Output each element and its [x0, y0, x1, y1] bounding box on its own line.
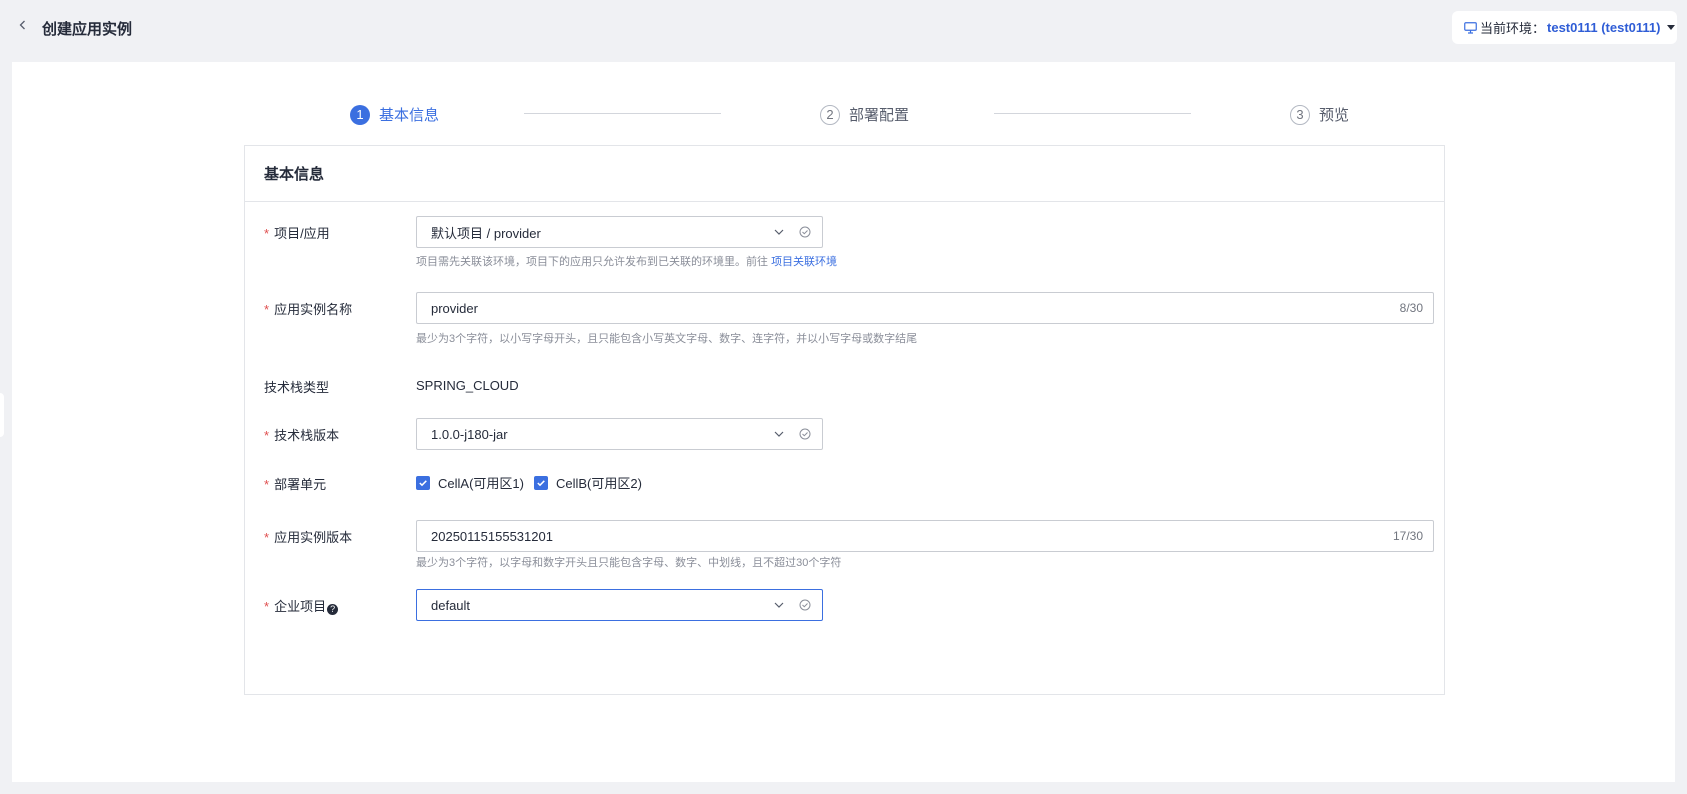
field-hint: 最少为3个字符，以小写字母开头，且只能包含小写英文字母、数字、连字符，并以小写字…: [416, 333, 918, 345]
field-hint: 最少为3个字符，以字母和数字开头且只能包含字母、数字、中划线，且不超过30个字符: [416, 557, 842, 569]
label-text: 企业项目: [274, 599, 327, 614]
stack-type-value: SPRING_CLOUD: [416, 378, 519, 393]
required-mark: *: [264, 428, 270, 443]
page-title: 创建应用实例: [42, 21, 133, 38]
required-mark: *: [264, 226, 270, 241]
required-mark: *: [264, 477, 270, 492]
select-value: default: [431, 597, 471, 613]
check-circle-icon: [799, 226, 811, 238]
main-card: 1 基本信息 2 部署配置 3 预览 基本信息 * 项目/应用 默认项目 / pr…: [12, 62, 1675, 782]
step-number: 3: [1290, 104, 1310, 125]
hint-text: 项目需先关联该环境，项目下的应用只允许发布到已关联的环境里。前往: [416, 256, 768, 268]
step-deploy-config[interactable]: 2 部署配置: [820, 104, 909, 125]
stack-version-select[interactable]: 1.0.0-j180-jar: [416, 418, 823, 450]
checkbox-cell-b[interactable]: CellB(可用区2): [533, 473, 642, 492]
step-label: 基本信息: [379, 107, 440, 124]
checkbox-checked-icon: [416, 475, 430, 490]
input-value: 20250115155531201: [431, 528, 553, 544]
environment-value: test0111 (test0111): [1547, 20, 1661, 35]
field-label: * 应用实例名称: [264, 299, 352, 318]
checkbox-checked-icon: [533, 475, 548, 490]
project-app-select[interactable]: 默认项目 / provider: [416, 216, 823, 248]
required-mark: *: [264, 530, 270, 545]
monitor-icon: [1464, 21, 1477, 34]
step-preview[interactable]: 3 预览: [1290, 104, 1349, 125]
field-label: * 应用实例版本: [264, 527, 352, 546]
instance-version-input[interactable]: 20250115155531201 17/30: [416, 520, 1434, 552]
side-collapse-handle[interactable]: [0, 393, 4, 437]
project-link-env-link[interactable]: 项目关联环境: [771, 256, 837, 268]
field-label: * 技术栈版本: [264, 425, 339, 444]
deploy-unit-checkboxes: CellA(可用区1) CellB(可用区2): [416, 473, 652, 492]
step-connector: [994, 113, 1191, 114]
char-counter: 8/30: [1399, 301, 1423, 315]
field-label: * 企业项目?: [264, 596, 339, 615]
step-connector: [524, 113, 721, 114]
step-number: 1: [350, 104, 370, 125]
step-basic-info[interactable]: 1 基本信息: [350, 104, 439, 125]
label-text: 应用实例名称: [274, 302, 353, 317]
instance-name-input[interactable]: provider 8/30: [416, 292, 1434, 324]
check-circle-icon: [799, 428, 811, 440]
field-label: 技术栈类型: [264, 380, 330, 395]
basic-info-form: 基本信息 * 项目/应用 默认项目 / provider 项目需先关联该环境，项目…: [244, 145, 1445, 695]
form-section-title: 基本信息: [245, 146, 1444, 202]
label-text: 项目/应用: [274, 226, 330, 241]
chevron-down-icon: [774, 431, 784, 437]
field-hint: 项目需先关联该环境，项目下的应用只允许发布到已关联的环境里。前往 项目关联环境: [416, 253, 837, 269]
environment-label: 当前环境：: [1480, 21, 1546, 36]
label-text: 应用实例版本: [274, 530, 353, 545]
chevron-down-icon: [774, 602, 784, 608]
label-text: 技术栈版本: [274, 428, 340, 443]
top-bar: 创建应用实例 当前环境： test0111 (test0111): [0, 0, 1687, 57]
label-text: 部署单元: [274, 477, 327, 492]
help-icon[interactable]: ?: [327, 604, 339, 615]
checkbox-label: CellB(可用区2): [555, 476, 642, 491]
enterprise-project-select[interactable]: default: [416, 589, 823, 621]
select-value: 1.0.0-j180-jar: [431, 426, 508, 442]
step-number: 2: [820, 104, 840, 125]
step-label: 部署配置: [849, 107, 910, 124]
field-label: * 项目/应用: [264, 223, 330, 242]
check-circle-icon: [799, 599, 811, 611]
field-label: * 部署单元: [264, 474, 326, 493]
checkbox-cell-a[interactable]: CellA(可用区1): [416, 473, 524, 492]
environment-selector[interactable]: 当前环境： test0111 (test0111): [1452, 11, 1677, 44]
input-value: provider: [431, 300, 478, 316]
step-indicator: 1 基本信息 2 部署配置 3 预览: [12, 62, 1675, 142]
back-arrow-icon[interactable]: [16, 18, 30, 32]
required-mark: *: [264, 302, 270, 317]
step-label: 预览: [1319, 107, 1350, 124]
caret-down-icon: [1666, 25, 1675, 30]
select-value: 默认项目 / provider: [431, 225, 541, 241]
chevron-down-icon: [774, 229, 784, 235]
char-counter: 17/30: [1392, 529, 1423, 543]
required-mark: *: [264, 599, 270, 614]
checkbox-label: CellA(可用区1): [438, 476, 524, 491]
